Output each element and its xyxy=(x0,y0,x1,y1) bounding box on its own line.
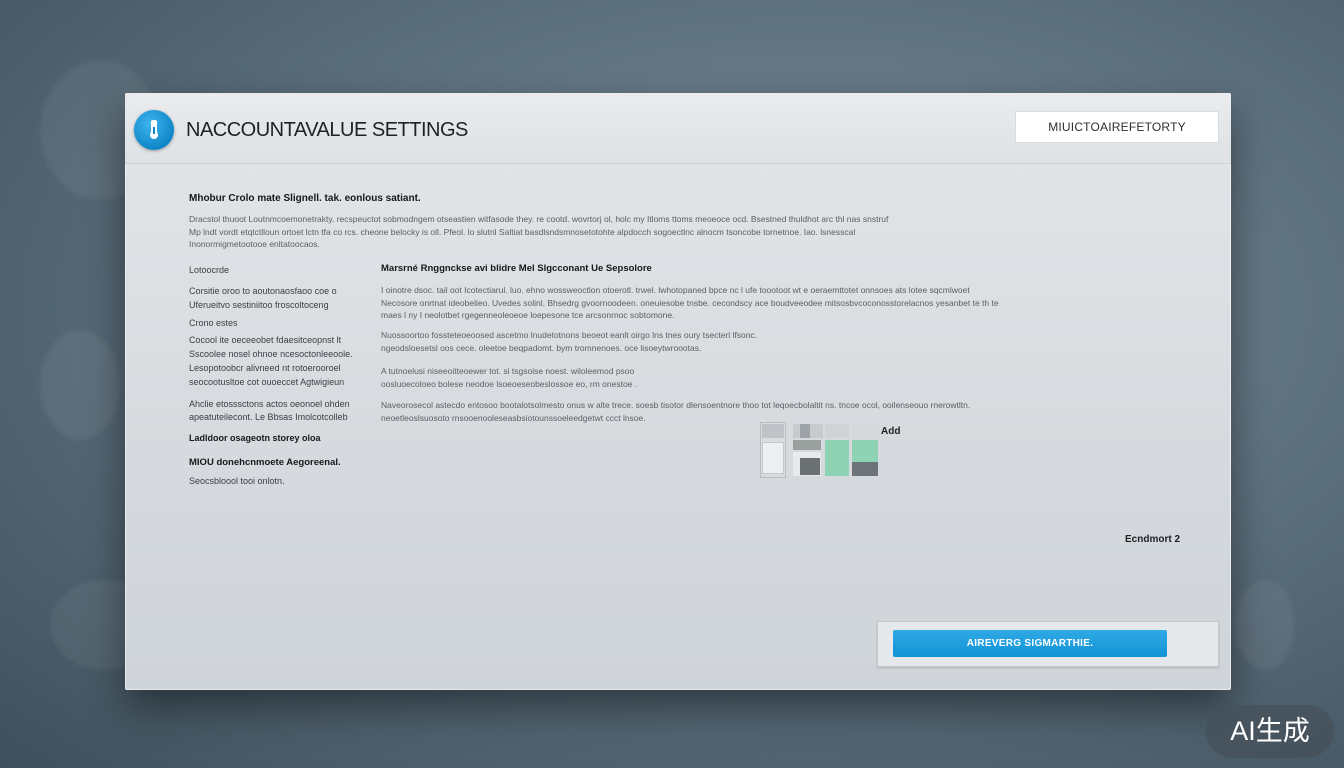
swatch-thumbnail[interactable] xyxy=(800,424,810,438)
sidebar-item[interactable]: Ahclie etosssctons actos oeonoel ohden xyxy=(189,399,350,409)
swatch-thumbnail[interactable] xyxy=(825,440,849,476)
ai-generated-watermark: AI生成 xyxy=(1206,705,1334,758)
add-label[interactable]: Add xyxy=(881,426,900,437)
sidebar-item[interactable]: Uferueitvo sestiniitoo froscoltoceng xyxy=(189,300,329,310)
sidebar-item[interactable]: apeatuteilecont. Le Bbsas Imolcotcolleb xyxy=(189,412,348,422)
settings-window: NACCOUNTAVALUE SETTINGS MIUICTOAIREFETOR… xyxy=(125,93,1231,690)
sidebar-item[interactable]: MIOU donehcnmoete Aegoreenal. xyxy=(189,457,341,468)
paragraph-line: Necosore onrtnat ideobelieo. Uvedes soli… xyxy=(381,297,999,308)
image-swatch-group[interactable] xyxy=(760,422,880,478)
intro-line: Dracstol thuoot Loutnmcoemonetrakty. rec… xyxy=(189,214,889,224)
swatch-thumbnail[interactable] xyxy=(825,424,849,438)
swatch-thumbnail[interactable] xyxy=(852,424,878,438)
sidebar-item[interactable]: Seocsbloool tooi onlotn. xyxy=(189,476,285,486)
swatch-thumbnail[interactable] xyxy=(762,442,784,474)
paragraph-line: ngeodsloesetsl oos cece. oleetoe beqpado… xyxy=(381,342,702,353)
intro-heading: Mhobur Crolo mate Slignell. tak. eonlous… xyxy=(189,193,421,204)
paragraph-line: neoetleoslsuosoto rnsooenooleseasbsiotou… xyxy=(381,412,646,423)
section-paragraph: A tutnoelusi niseeoitteoewer tot. si tsg… xyxy=(381,365,637,390)
paragraph-line: maes l ny I neolotbet rgegenneoleoeoe lo… xyxy=(381,310,675,320)
sidebar-item[interactable]: Lotoocrde xyxy=(189,265,229,275)
paragraph-line: I oinotre dsoc. tail oot Icotectiarul. l… xyxy=(381,285,970,295)
info-icon[interactable] xyxy=(134,110,174,150)
sidebar-item[interactable]: Sscoolee nosel ohnoe ncesoctonleeoole. xyxy=(189,349,353,359)
action-panel: AIREVERG SIGMARTHIE. xyxy=(877,621,1219,667)
background-blob xyxy=(1235,580,1295,670)
intro-paragraph: Dracstol thuoot Loutnmcoemonetrakty. rec… xyxy=(189,213,888,251)
swatch-thumbnail[interactable] xyxy=(800,458,820,475)
swatch-thumbnail[interactable] xyxy=(762,424,784,438)
section-paragraph: Naveorosecol astecdo entosoo bootalotsol… xyxy=(381,399,970,424)
sidebar-item[interactable]: Lesopotoobcr alivneed nt rotoerooroel xyxy=(189,363,341,373)
paragraph-line: Nuossoortoo fossteteoeoosed ascetmo lnud… xyxy=(381,330,758,340)
section-heading: Marsrné Rnggnckse avi blidre Mel Slgccon… xyxy=(381,263,652,274)
apply-signature-button[interactable]: AIREVERG SIGMARTHIE. xyxy=(893,630,1167,657)
paragraph-line: Naveorosecol astecdo entosoo bootalotsol… xyxy=(381,400,971,410)
sidebar-item[interactable]: Ladldoor osageotn storey oloa xyxy=(189,433,321,443)
section-paragraph: I oinotre dsoc. tail oot Icotectiarul. l… xyxy=(381,284,999,322)
background-blob xyxy=(40,330,120,440)
paragraph-line: A tutnoelusi niseeoitteoewer tot. si tsg… xyxy=(381,366,635,376)
paragraph-line: oosluoecoloeo bolese neodoe lsoeoeseobes… xyxy=(381,378,638,389)
swatch-thumbnail[interactable] xyxy=(852,440,878,462)
title-bar: NACCOUNTAVALUE SETTINGS MIUICTOAIREFETOR… xyxy=(125,93,1231,164)
section-paragraph: Nuossoortoo fossteteoeoosed ascetmo lnud… xyxy=(381,329,757,354)
swatch-thumbnail[interactable] xyxy=(852,462,878,476)
swatch-thumbnail[interactable] xyxy=(793,440,821,450)
intro-line: Inonormigmetootooe enltatoocaos. xyxy=(189,239,320,249)
account-field[interactable]: MIUICTOAIREFETORTY xyxy=(1015,111,1219,143)
footnote-label: Ecndmort 2 xyxy=(1125,534,1181,545)
sidebar-item[interactable]: seocootusltoe cot ouoeccet Agtwigieun xyxy=(189,377,344,387)
sidebar-item[interactable]: Cocool ite oeceeobet fdaesitceopnst lt xyxy=(189,335,341,345)
sidebar-item[interactable]: Crono estes xyxy=(189,318,238,328)
window-title: NACCOUNTAVALUE SETTINGS xyxy=(186,119,468,141)
sidebar-item[interactable]: Corsitie oroo to aoutonaosfaoo coe o xyxy=(189,286,337,296)
intro-line: Mp lndt vordt etqtctlloun ortoet lctn tf… xyxy=(189,226,856,237)
